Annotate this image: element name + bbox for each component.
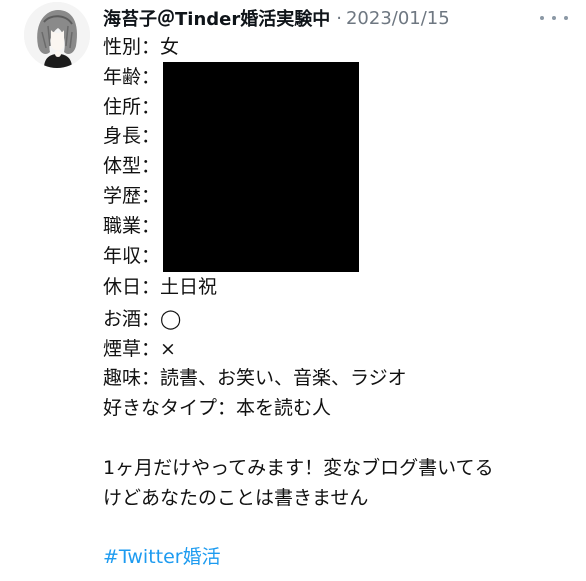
- profile-line: 住所：: [103, 96, 161, 118]
- separator-dot: ·: [336, 7, 342, 29]
- redaction-box: [163, 62, 359, 272]
- more-horizontal-icon[interactable]: [540, 8, 568, 28]
- avatar-illustration: [24, 2, 90, 68]
- avatar[interactable]: [24, 2, 90, 68]
- profile-line: 休日：土日祝: [103, 276, 218, 298]
- more-dot: [552, 16, 556, 20]
- tweet-date[interactable]: 2023/01/15: [346, 8, 450, 29]
- hashtag-link[interactable]: #Twitter婚活: [103, 543, 221, 571]
- message-line: 1ヶ月だけやってみます！変なブログ書いてる: [103, 457, 494, 479]
- profile-line: 学歴：: [103, 185, 161, 207]
- tweet-header: 海苔子＠Tinder婚活実験中 · 2023/01/15: [103, 5, 450, 31]
- profile-line: 年齢：: [103, 66, 161, 88]
- more-dot: [540, 16, 544, 20]
- profile-line: 体型：: [103, 155, 161, 177]
- profile-line: お酒：◯: [103, 308, 182, 330]
- profile-line: 身長：: [103, 125, 161, 147]
- profile-line: 年収：: [103, 245, 161, 267]
- profile-line: 煙草：×: [103, 338, 176, 360]
- profile-line: 趣味：読書、お笑い、音楽、ラジオ: [103, 367, 407, 389]
- tweet: 海苔子＠Tinder婚活実験中 · 2023/01/15 性別：女 年齢： 住所…: [0, 0, 586, 581]
- profile-line: 好きなタイプ：本を読む人: [103, 397, 332, 419]
- profile-line: 職業：: [103, 215, 161, 237]
- profile-line: 性別：女: [103, 36, 180, 58]
- more-dot: [564, 16, 568, 20]
- message-line: けどあなたのことは書きません: [103, 487, 369, 509]
- author-name[interactable]: 海苔子＠Tinder婚活実験中: [103, 5, 330, 31]
